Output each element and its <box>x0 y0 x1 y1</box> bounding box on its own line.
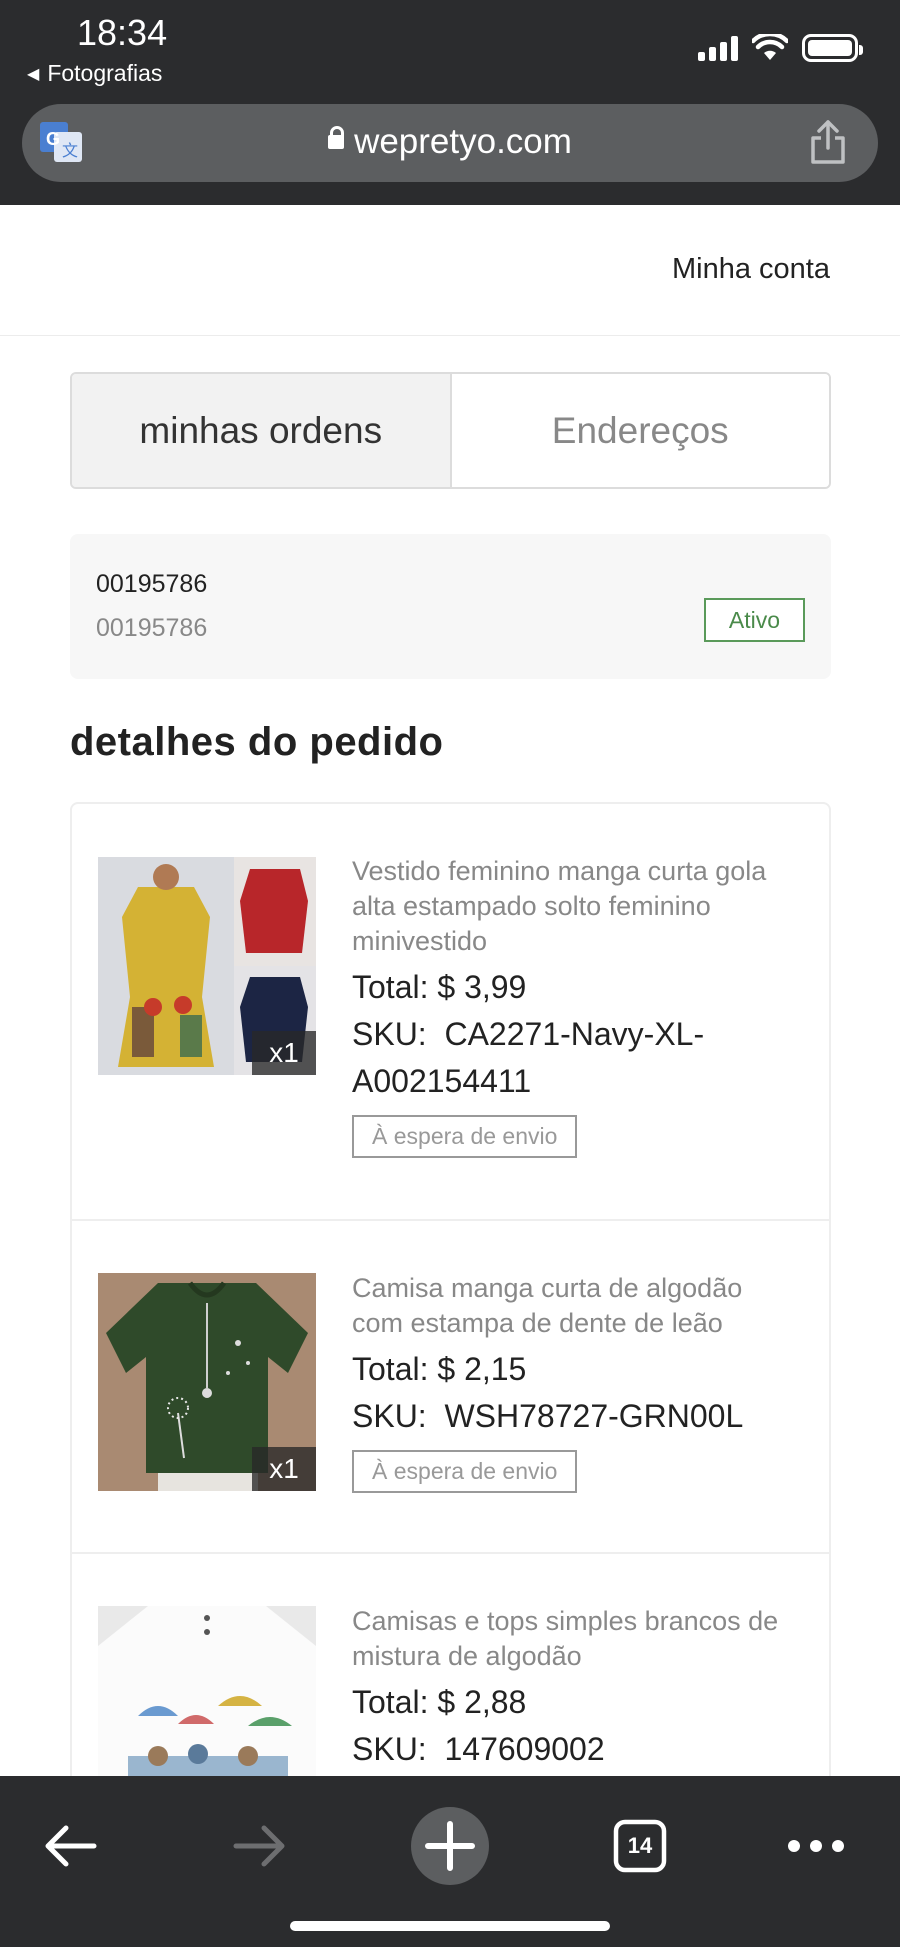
product-name[interactable]: Vestido feminino manga curta gola alta e… <box>352 854 792 959</box>
back-to-app-link[interactable]: ◀ Fotografias <box>27 60 162 87</box>
more-dots-icon <box>788 1840 844 1852</box>
plus-icon <box>411 1807 489 1885</box>
arrow-left-icon <box>45 1825 97 1867</box>
more-menu-button[interactable] <box>776 1806 856 1886</box>
share-icon[interactable] <box>808 118 848 166</box>
status-badge: Ativo <box>704 598 805 642</box>
order-number-secondary: 00195786 <box>96 614 208 642</box>
address-bar[interactable]: G 文 wepretyo.com <box>22 104 878 182</box>
back-triangle-icon: ◀ <box>27 65 40 83</box>
product-list: x1 Vestido feminino manga curta gola alt… <box>70 802 831 1802</box>
my-account-link[interactable]: Minha conta <box>672 253 830 286</box>
tabs-count: 14 <box>627 1833 653 1858</box>
tabs-button[interactable]: 14 <box>600 1806 680 1886</box>
product-info: Camisa manga curta de algodão com estamp… <box>352 1271 792 1493</box>
status-time: 18:34 <box>77 12 168 53</box>
quantity-badge: x1 <box>252 1447 316 1491</box>
back-app-label: Fotografias <box>47 60 163 86</box>
product-sku: SKU: WSH78727-GRN00L <box>352 1398 744 1434</box>
forward-button[interactable] <box>220 1806 300 1886</box>
product-image: x1 <box>98 1273 316 1491</box>
tab-addresses[interactable]: Endereços <box>451 374 829 487</box>
signal-icon <box>698 35 738 61</box>
product-sku: SKU: 147609002 <box>352 1731 605 1767</box>
back-button[interactable] <box>30 1806 110 1886</box>
white-top-photo <box>98 1606 316 1802</box>
product-total: Total: $ 2,15 <box>352 1351 527 1387</box>
product-total: Total: $ 3,99 <box>352 969 527 1005</box>
arrow-right-icon <box>233 1825 285 1867</box>
battery-icon <box>802 34 863 62</box>
shipping-status-badge: À espera de envio <box>352 1115 578 1158</box>
tab-my-orders[interactable]: minhas ordens <box>72 374 452 487</box>
list-item[interactable]: Camisas e tops simples brancos de mistur… <box>72 1552 829 1802</box>
home-indicator[interactable] <box>290 1921 610 1931</box>
order-summary[interactable]: 00195786 00195786 Ativo <box>70 534 831 679</box>
product-image: x1 <box>98 857 316 1075</box>
list-item[interactable]: x1 Vestido feminino manga curta gola alt… <box>72 804 829 1219</box>
account-tabs: minhas ordens Endereços <box>70 372 831 489</box>
url-text: wepretyo.com <box>22 122 878 162</box>
section-title: detalhes do pedido <box>70 720 444 764</box>
product-name[interactable]: Camisa manga curta de algodão com estamp… <box>352 1271 792 1341</box>
page-header: Minha conta <box>0 205 900 336</box>
status-icons <box>698 34 863 62</box>
product-total: Total: $ 2,88 <box>352 1684 527 1720</box>
shipping-status-badge: À espera de envio <box>352 1450 578 1493</box>
product-info: Vestido feminino manga curta gola alta e… <box>352 854 792 1158</box>
product-name[interactable]: Camisas e tops simples brancos de mistur… <box>352 1604 792 1674</box>
lock-icon <box>328 126 345 149</box>
browser-chrome: 18:34 ◀ Fotografias G 文 wepretyo.com <box>0 0 900 205</box>
new-tab-button[interactable] <box>410 1806 490 1886</box>
product-image <box>98 1606 316 1802</box>
wifi-icon <box>752 34 788 60</box>
product-info: Camisas e tops simples brancos de mistur… <box>352 1604 792 1773</box>
product-sku: SKU: CA2271-Navy-XL-A002154411 <box>352 1016 705 1099</box>
order-number: 00195786 <box>96 570 208 598</box>
quantity-badge: x1 <box>252 1031 316 1075</box>
list-item[interactable]: x1 Camisa manga curta de algodão com est… <box>72 1219 829 1552</box>
